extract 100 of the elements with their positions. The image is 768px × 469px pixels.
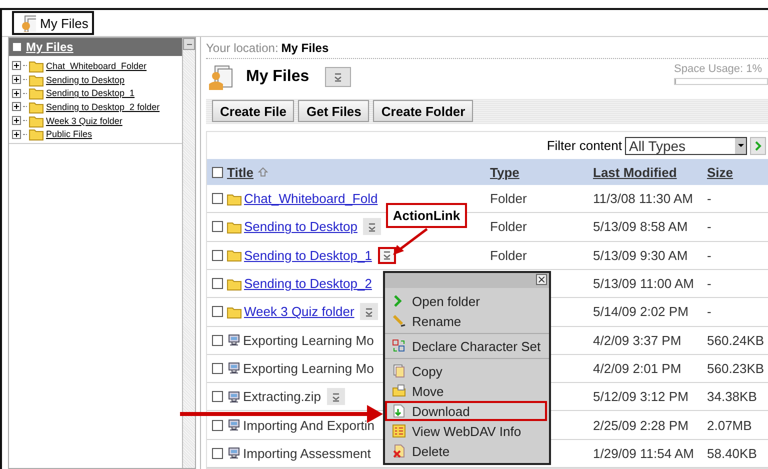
action-link-button[interactable] xyxy=(363,218,382,236)
row-checkbox[interactable] xyxy=(212,221,223,232)
tree-item[interactable]: Public Files xyxy=(46,129,92,140)
menu-item[interactable]: Delete xyxy=(385,441,547,461)
move-folder-icon xyxy=(392,384,406,398)
computer-icon xyxy=(227,446,241,460)
folder-link[interactable]: Sending to Desktop_1 xyxy=(244,248,372,263)
menu-item[interactable]: Copy xyxy=(385,361,547,381)
close-button[interactable]: × xyxy=(536,274,547,285)
size-cell-text: - xyxy=(707,219,712,234)
tree-item[interactable]: Chat_Whiteboard_Folder xyxy=(46,60,147,71)
go-button[interactable] xyxy=(750,136,766,155)
tree-item[interactable]: Week 3 Quiz folder xyxy=(46,116,122,126)
date-cell-text: 5/14/09 2:02 PM xyxy=(593,304,690,320)
date-cell-text: 2/25/09 2:28 PM xyxy=(593,418,690,433)
list-icon xyxy=(392,424,406,438)
folder-link[interactable]: Sending to Desktop xyxy=(244,219,358,234)
action-link-button[interactable] xyxy=(378,246,396,264)
file-name[interactable]: Importing And Exportin xyxy=(243,418,375,433)
folder-link[interactable]: Chat_Whiteboard_Fold xyxy=(244,191,378,206)
page-title: My Files xyxy=(246,68,310,86)
folder-icon xyxy=(227,192,242,206)
column-header[interactable]: Last Modified xyxy=(593,164,677,180)
scrollbar[interactable] xyxy=(182,38,195,468)
toolbar-button[interactable]: Get Files xyxy=(298,100,370,122)
file-name[interactable]: Exporting Learning Mo xyxy=(243,360,374,376)
row-checkbox[interactable] xyxy=(212,420,223,431)
menu-item[interactable]: Move xyxy=(385,381,547,401)
folder-icon xyxy=(227,220,242,234)
folder-link[interactable]: Week 3 Quiz folder xyxy=(244,304,354,320)
menu-item[interactable]: View WebDAV Info xyxy=(385,421,547,441)
tree-item[interactable]: Sending to Desktop xyxy=(46,74,125,85)
expand-icon[interactable] xyxy=(12,75,21,84)
row-checkbox[interactable] xyxy=(212,448,223,459)
action-button[interactable] xyxy=(325,66,352,87)
pencil-icon xyxy=(392,314,406,328)
date-cell-text: 1/29/09 11:54 AM xyxy=(593,446,695,461)
size-cell-text: 34.38KB xyxy=(707,389,758,404)
computer-icon xyxy=(227,333,241,348)
file-name[interactable]: Extracting.zip xyxy=(243,389,322,404)
toolbar-button[interactable]: Create Folder xyxy=(373,100,474,122)
expand-icon[interactable] xyxy=(12,130,21,139)
file-name[interactable]: Exporting Learning Mo xyxy=(243,332,374,348)
size-cell-text: - xyxy=(707,276,712,292)
date-cell-text: 5/13/09 8:58 AM xyxy=(593,219,689,234)
row-checkbox[interactable] xyxy=(212,193,223,204)
row-checkbox[interactable] xyxy=(212,362,223,374)
folder-link[interactable]: Sending to Desktop_2 xyxy=(244,276,372,292)
callout-arrow xyxy=(392,228,429,256)
menu-item[interactable]: Rename xyxy=(385,311,547,331)
folder-icon xyxy=(227,276,242,291)
size-cell-text: 58.40KB xyxy=(707,446,758,461)
computer-icon xyxy=(227,390,241,404)
tree-item[interactable]: Sending to Desktop_1 xyxy=(46,88,135,98)
page-tab[interactable]: My Files xyxy=(12,11,94,35)
row-checkbox[interactable] xyxy=(212,278,223,290)
size-cell-text: 560.24KB xyxy=(707,332,766,348)
row-checkbox[interactable] xyxy=(212,306,223,318)
computer-icon xyxy=(227,361,241,376)
type-cell-text: Folder xyxy=(490,191,528,206)
delete-icon xyxy=(392,444,406,458)
date-cell-text: 4/2/09 2:01 PM xyxy=(593,360,682,376)
expand-icon[interactable] xyxy=(12,102,21,112)
folder-icon xyxy=(29,100,44,114)
select-all-checkbox[interactable] xyxy=(212,166,223,178)
scroll-button[interactable] xyxy=(183,38,195,50)
type-cell-text: Folder xyxy=(490,248,528,263)
space-usage-label: Space Usage: 1% xyxy=(674,62,762,75)
tree-item[interactable]: Sending to Desktop_2 folder xyxy=(46,102,160,112)
filter-label: Filter content xyxy=(546,138,622,154)
expand-icon[interactable] xyxy=(12,116,21,126)
date-cell-text: 4/2/09 3:37 PM xyxy=(593,332,682,348)
date-cell-text: 5/13/09 9:30 AM xyxy=(593,248,689,263)
size-cell-text: - xyxy=(707,191,712,206)
action-link-button[interactable] xyxy=(360,303,378,320)
folder-icon xyxy=(227,248,242,262)
row-checkbox[interactable] xyxy=(212,334,223,346)
column-header[interactable]: Size xyxy=(707,164,734,180)
column-header[interactable]: Title xyxy=(227,164,254,180)
size-cell-text: - xyxy=(707,248,712,263)
toolbar-button[interactable]: Create File xyxy=(212,100,294,122)
copy-icon xyxy=(392,364,406,378)
column-header[interactable]: Type xyxy=(490,164,520,180)
expand-icon[interactable] xyxy=(12,88,21,98)
menu-item[interactable]: Open folder xyxy=(385,291,547,311)
row-checkbox[interactable] xyxy=(212,391,223,402)
callout-label: ActionLink xyxy=(386,203,467,228)
filter-dropdown[interactable]: All Types xyxy=(625,136,747,155)
download-icon xyxy=(392,404,406,418)
folder-icon xyxy=(29,86,44,100)
dropdown-arrow-icon xyxy=(738,144,744,148)
file-name[interactable]: Importing Assessment xyxy=(243,446,371,461)
folder-icon xyxy=(29,127,44,142)
action-link-button[interactable] xyxy=(327,388,346,406)
menu-item[interactable]: Declare Character Set xyxy=(385,336,547,356)
folder-icon xyxy=(227,304,242,319)
menu-item[interactable]: Download xyxy=(385,401,547,421)
row-checkbox[interactable] xyxy=(212,250,223,261)
sidebar-title[interactable]: My Files xyxy=(26,40,74,54)
expand-icon[interactable] xyxy=(12,61,21,70)
